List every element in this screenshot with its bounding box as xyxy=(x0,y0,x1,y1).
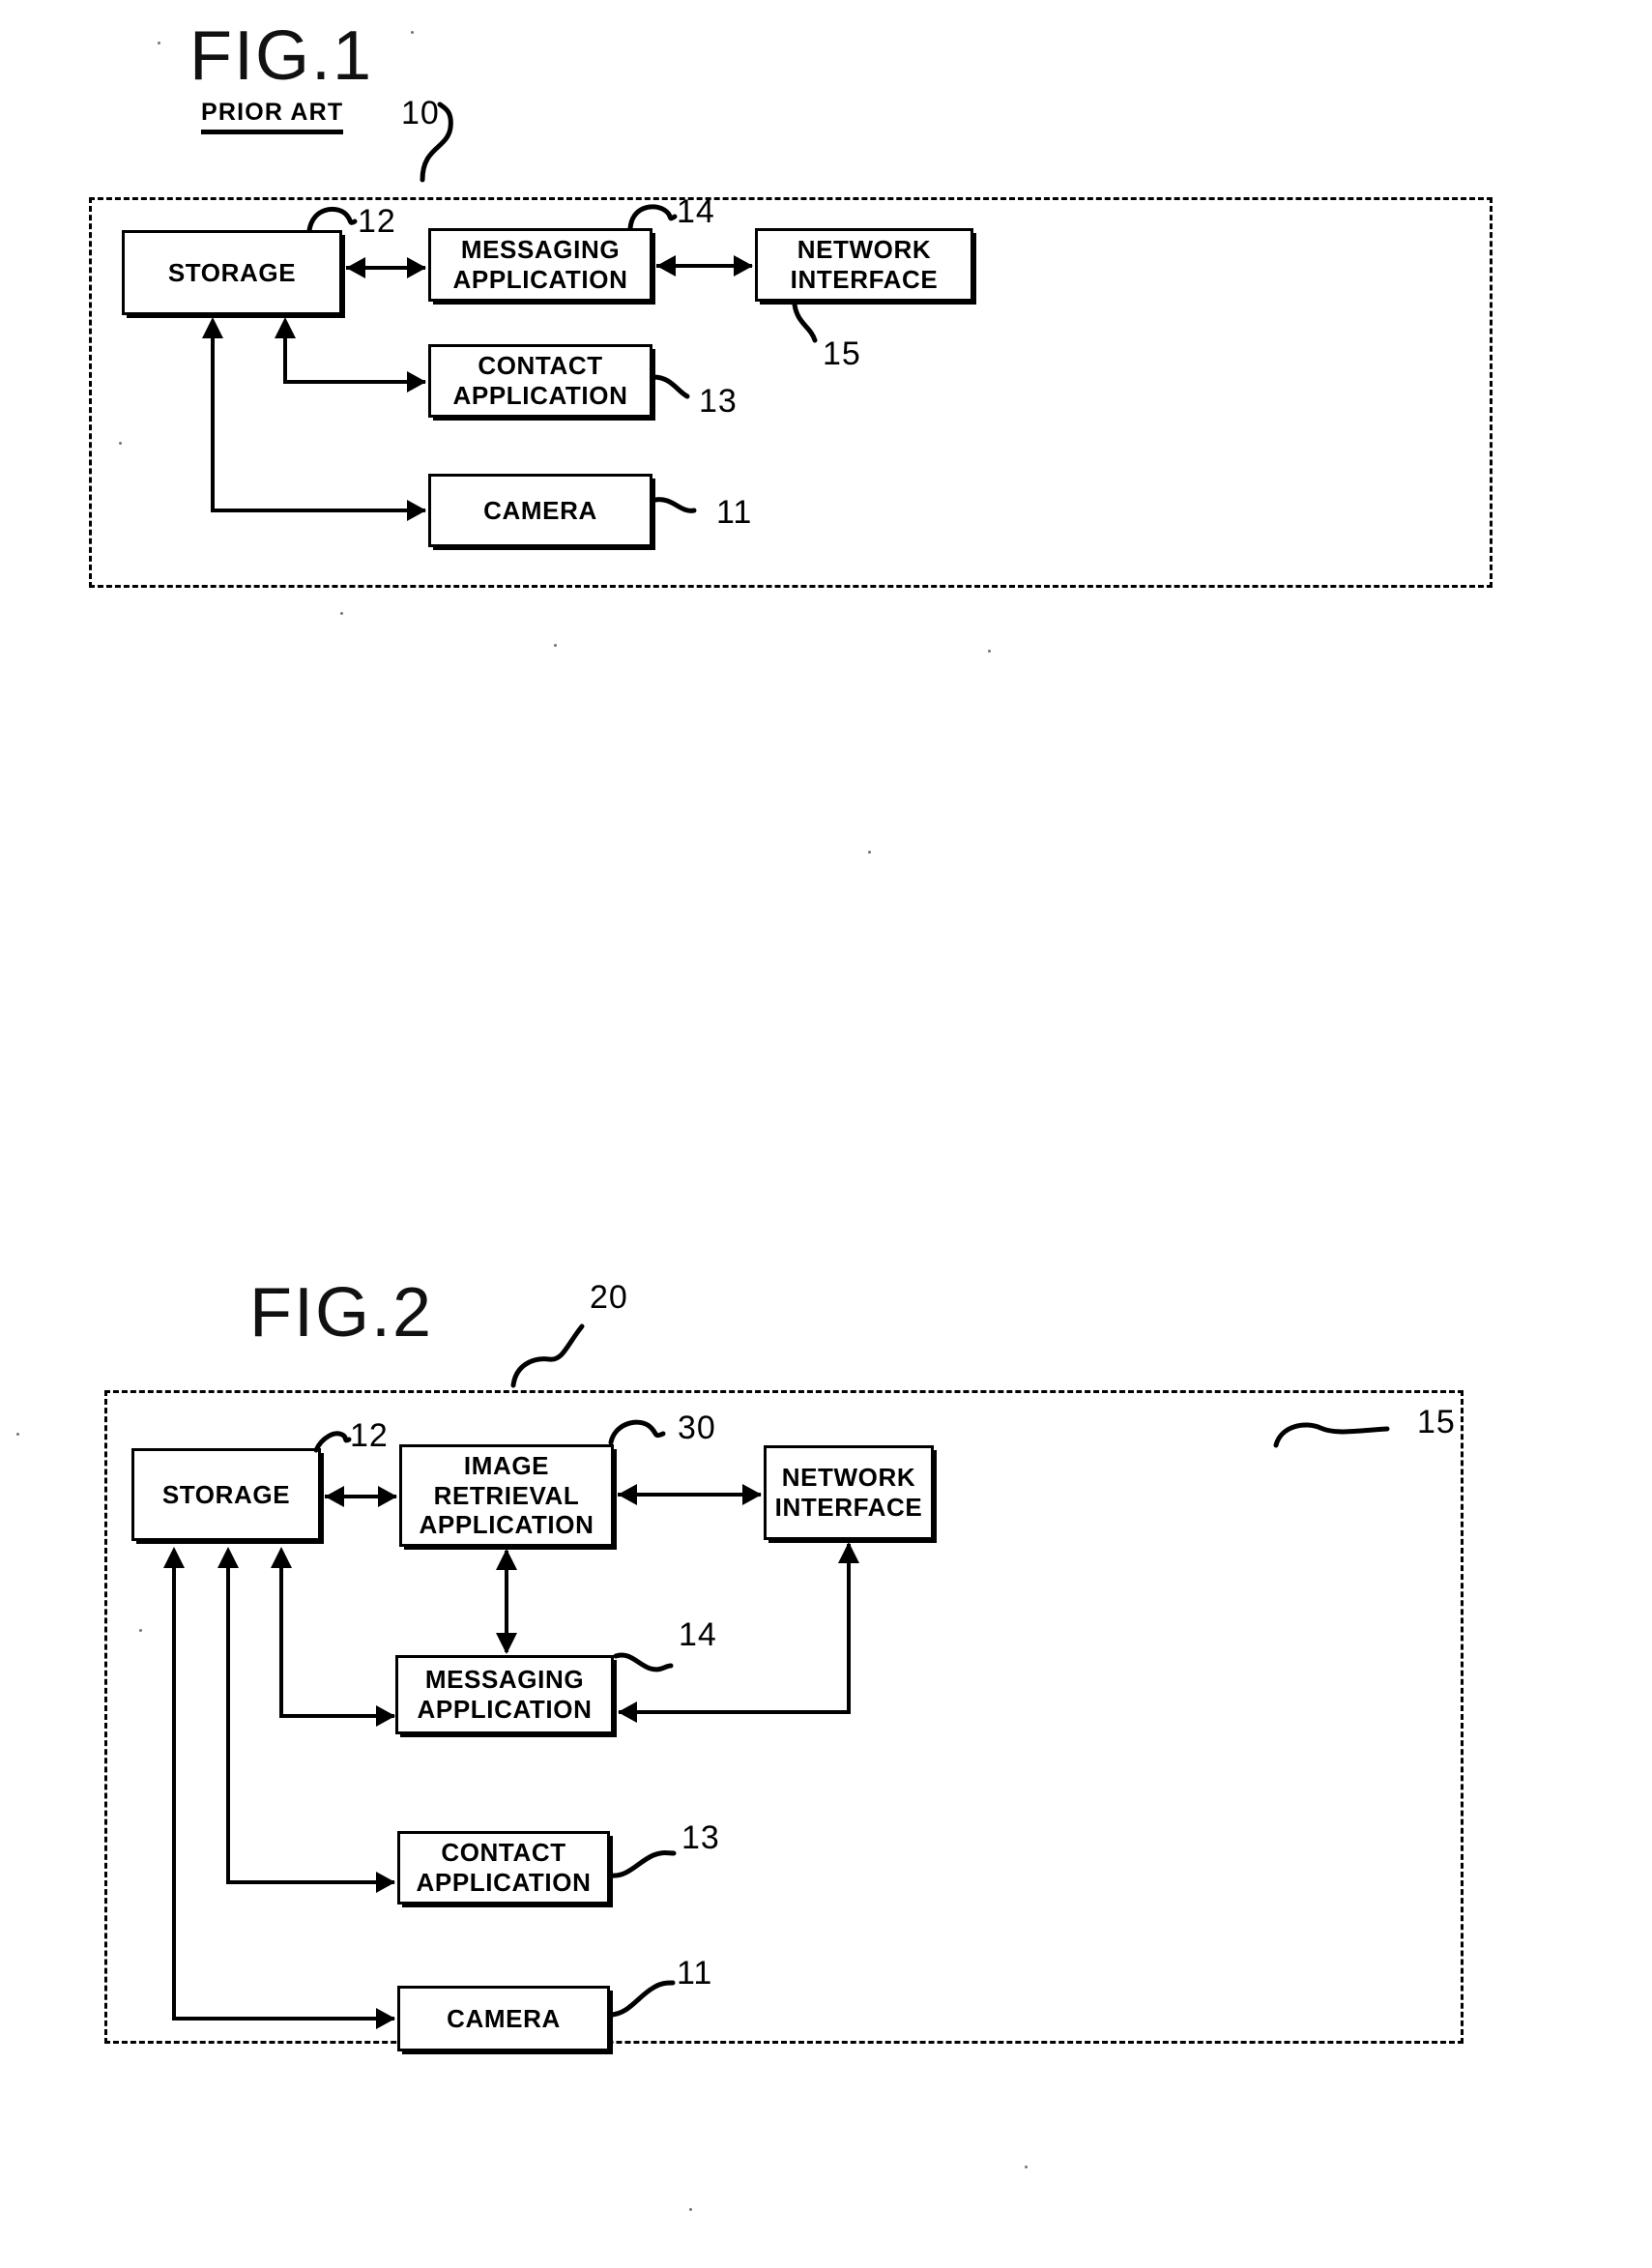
fig2-block-network-interface: NETWORK INTERFACE xyxy=(764,1445,934,1540)
fig1-block-network-interface: NETWORK INTERFACE xyxy=(755,228,973,302)
fig2-storage-label: STORAGE xyxy=(161,1479,291,1509)
fig2-ref-storage-12: 12 xyxy=(350,1417,389,1454)
fig2-contact-label-line2: APPLICATION xyxy=(416,1868,592,1897)
fig2-block-messaging-application: MESSAGING APPLICATION xyxy=(395,1655,614,1734)
fig2-block-image-retrieval-application: IMAGE RETRIEVAL APPLICATION xyxy=(399,1444,614,1547)
fig1-block-camera: CAMERA xyxy=(428,474,652,547)
fig2-retrieval-label-line2: RETRIEVAL xyxy=(433,1480,580,1510)
fig1-ref-camera-11: 11 xyxy=(716,494,753,531)
fig1-network-label-line1: NETWORK xyxy=(797,235,932,265)
fig1-block-storage: STORAGE xyxy=(122,230,342,315)
fig1-storage-label: STORAGE xyxy=(167,257,297,287)
fig1-ref-network-15: 15 xyxy=(823,335,861,372)
fig2-messaging-label-line1: MESSAGING xyxy=(424,1665,585,1695)
fig2-contact-label-line1: CONTACT xyxy=(441,1838,566,1868)
fig2-ref-retrieval-30: 30 xyxy=(678,1410,716,1446)
fig1-contact-label-line1: CONTACT xyxy=(478,351,603,381)
fig1-ref-contact-13: 13 xyxy=(699,383,738,420)
fig2-ref-contact-13: 13 xyxy=(681,1819,720,1856)
fig2-network-label-line2: INTERFACE xyxy=(774,1493,923,1522)
scan-speck xyxy=(139,1629,142,1632)
scan-speck xyxy=(868,851,871,854)
fig2-messaging-label-line2: APPLICATION xyxy=(417,1695,593,1724)
fig2-leader-20 xyxy=(510,1323,585,1388)
scan-speck xyxy=(340,612,343,615)
fig1-block-messaging-application: MESSAGING APPLICATION xyxy=(428,228,652,302)
fig2-title: FIG.2 xyxy=(249,1274,434,1352)
figure-sheet: FIG.1 PRIOR ART 10 STORAGE MESSAGING APP… xyxy=(0,0,1652,2268)
scan-speck xyxy=(689,2208,692,2211)
scan-speck xyxy=(411,31,414,34)
fig1-network-label-line2: INTERFACE xyxy=(790,265,939,294)
fig1-ref-system-10: 10 xyxy=(401,95,440,131)
fig2-ref-system-20: 20 xyxy=(590,1279,628,1316)
fig2-ref-messaging-14: 14 xyxy=(679,1616,717,1653)
scan-speck xyxy=(119,442,122,445)
fig2-block-storage: STORAGE xyxy=(131,1448,321,1541)
fig2-ref-camera-11: 11 xyxy=(677,1955,713,1992)
fig1-prior-art-label: PRIOR ART xyxy=(201,99,344,134)
fig2-camera-label: CAMERA xyxy=(447,2003,561,2033)
fig1-title: FIG.1 xyxy=(189,17,374,95)
scan-speck xyxy=(16,1433,19,1436)
fig2-block-contact-application: CONTACT APPLICATION xyxy=(397,1831,610,1905)
fig2-retrieval-label-line3: APPLICATION xyxy=(419,1510,594,1540)
fig2-retrieval-label-line1: IMAGE xyxy=(463,1450,550,1480)
fig2-block-camera: CAMERA xyxy=(397,1986,610,2051)
fig2-network-label-line1: NETWORK xyxy=(781,1463,916,1493)
fig2-ref-network-15: 15 xyxy=(1417,1404,1456,1440)
fig1-ref-storage-12: 12 xyxy=(358,203,396,240)
fig1-camera-label: CAMERA xyxy=(483,495,597,525)
fig1-block-contact-application: CONTACT APPLICATION xyxy=(428,344,652,418)
scan-speck xyxy=(1025,2166,1028,2168)
scan-speck xyxy=(988,650,991,653)
fig1-messaging-label-line2: APPLICATION xyxy=(452,265,628,294)
scan-speck xyxy=(554,644,557,647)
fig1-ref-messaging-14: 14 xyxy=(677,193,715,230)
fig1-messaging-label-line1: MESSAGING xyxy=(460,235,621,265)
scan-speck xyxy=(278,1290,281,1293)
scan-speck xyxy=(158,42,160,44)
fig1-contact-label-line2: APPLICATION xyxy=(452,381,628,410)
